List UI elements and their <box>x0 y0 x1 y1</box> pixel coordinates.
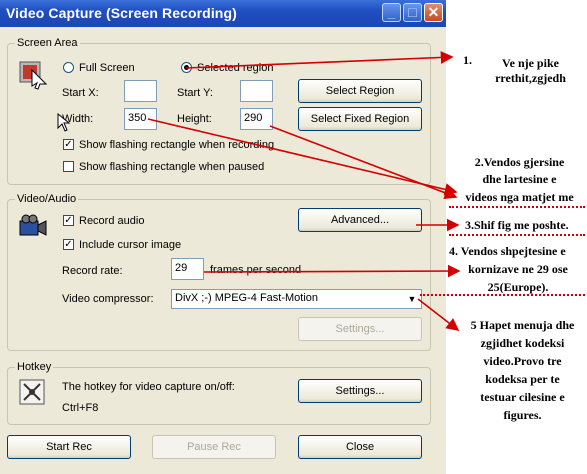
dotted-separator-3 <box>420 294 585 296</box>
dotted-separator-2 <box>449 234 585 236</box>
annotation-4-line1: 4. Vendos shpejtesine e <box>449 244 566 258</box>
annotation-5-line4: kodeksa per te <box>485 372 560 386</box>
annotation-4-line2: kornizave ne 29 ose <box>468 262 568 276</box>
arrow-5 <box>417 298 460 331</box>
annotation-5-line1: 5 Hapet menuja dhe <box>470 318 575 332</box>
annotation-2-line1: 2.Vendos gjersine <box>474 155 565 169</box>
annotation-4-line3: 25(Europe). <box>487 280 549 294</box>
annotation-1-line3: rrethit,zgjedh <box>495 71 566 85</box>
arrow-2b <box>269 125 458 199</box>
arrow-1 <box>185 51 454 69</box>
arrow-2a <box>147 118 458 196</box>
annotation-5-line2: zgjidhet kodeksi <box>480 336 565 350</box>
annotation-1-line2: Ve nje pike <box>502 56 559 70</box>
annotation-2-line3: videos nga matjet me <box>465 190 574 204</box>
annotation-5-line6: figures. <box>503 408 542 422</box>
annotation-5-line5: testuar cilesine e <box>480 390 565 404</box>
dotted-separator-1 <box>449 206 585 208</box>
annotation-3: 3.Shif fig me poshte. <box>465 218 569 232</box>
annotation-2-line2: dhe lartesine e <box>482 172 557 186</box>
annotation-5-line3: video.Provo tre <box>483 354 562 368</box>
arrow-4 <box>203 264 461 278</box>
